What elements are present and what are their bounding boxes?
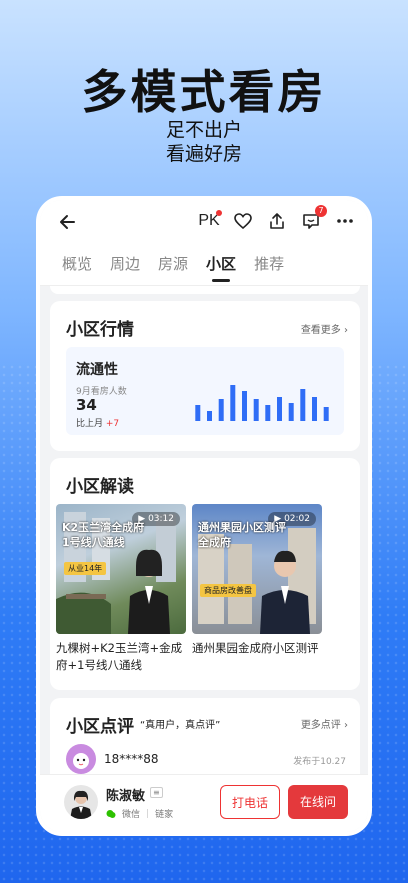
agent-id-tag-icon: ≡ [150, 787, 163, 798]
video-2-caption[interactable]: 通州果园金成府小区测评 [192, 640, 332, 657]
reviews-title: 小区点评 [66, 717, 134, 737]
top-action-icons: PK 7 [198, 205, 356, 232]
share-icon[interactable] [266, 210, 288, 232]
reviewer-avatar [66, 744, 96, 774]
viewers-value: 34 [76, 396, 97, 414]
mini-bar [277, 397, 282, 421]
mini-bar [300, 389, 306, 421]
review-date: 发布于10.27 [293, 757, 346, 767]
mini-bar [312, 397, 317, 421]
pk-compare-button[interactable]: PK [198, 210, 222, 232]
reviewer-name: 18****88 [104, 752, 159, 766]
video-2-overlay-title: 通州果园小区测评 全成府 [198, 521, 286, 549]
liquidity-box[interactable]: 流通性 9月看房人数 34 比上月 +7 [66, 347, 344, 435]
more-dots-icon[interactable] [334, 210, 356, 232]
video-1-duration-text: 03:12 [148, 514, 174, 524]
wechat-icon [106, 809, 116, 818]
reviews-tagline: “真用户，真点评” [140, 720, 221, 731]
mini-bar [265, 405, 271, 421]
viewers-compare: 比上月 +7 [76, 416, 119, 429]
hero-subtitle: 足不出户 看遍好房 [0, 118, 408, 166]
section-tabs: 概览 周边 房源 小区 推荐 [40, 242, 368, 286]
video-1-caption[interactable]: 九棵树+K2玉兰湾+金成府+1号线八通线 [56, 640, 186, 674]
top-bar: PK 7 [40, 200, 368, 242]
reviews-more-label: 更多点评 [300, 720, 341, 731]
call-button[interactable]: 打电话 [220, 785, 280, 819]
mini-bar [218, 399, 224, 421]
market-title: 小区行情 [66, 320, 134, 340]
compare-label: 比上月 [76, 419, 104, 429]
tab-community[interactable]: 小区 [206, 253, 236, 282]
message-badge: 7 [315, 205, 327, 217]
tab-recommend[interactable]: 推荐 [254, 253, 284, 274]
previous-card-edge [50, 286, 360, 294]
agent-meta: 微信 | 链家 [106, 807, 173, 820]
video-2-duration-text: 02:02 [284, 514, 310, 524]
hero-subtitle-line2: 看遍好房 [165, 143, 242, 165]
agent-avatar-icon [70, 790, 92, 819]
mini-bar [195, 405, 201, 421]
reviews-more-link[interactable]: 更多点评 › [301, 716, 348, 731]
agent-wechat-label: 微信 [122, 810, 141, 820]
reviewer-avatar-icon [73, 753, 89, 769]
pk-notification-dot [216, 210, 222, 216]
video-1-overlay-title: K2玉兰湾全成府 1号线八通线 [62, 521, 145, 549]
mini-bar [288, 403, 294, 421]
video-2-badge: 商品房改善盘 [200, 584, 256, 597]
market-more-label: 查看更多 [300, 325, 341, 336]
tab-surroundings[interactable]: 周边 [110, 253, 140, 274]
tab-overview[interactable]: 概览 [62, 253, 92, 274]
agent-avatar[interactable] [64, 785, 98, 819]
reading-card: 小区解读 ▶ 03:12 K2玉兰湾全成府 1号线八通线 从业14年 九棵树+K… [50, 458, 360, 690]
agent-name: 陈淑敏 [106, 789, 146, 804]
video-card-1[interactable]: ▶ 03:12 K2玉兰湾全成府 1号线八通线 从业14年 [56, 504, 186, 634]
online-chat-button[interactable]: 在线问 [288, 785, 348, 819]
viewers-mini-chart [195, 385, 329, 421]
liquidity-title: 流通性 [76, 362, 118, 378]
phone-screen: PK 7 概览 周边 房源 小区 推荐 小区行情 查看更多 › 流通性 9月看房… [36, 196, 372, 836]
video-1-badge: 从业14年 [64, 562, 107, 575]
video-card-2[interactable]: ▶ 02:02 通州果园小区测评 全成府 商品房改善盘 [192, 504, 322, 634]
mini-bar [207, 411, 212, 421]
mini-bar [253, 399, 259, 421]
message-icon[interactable]: 7 [300, 205, 327, 232]
agent-company: 链家 [155, 810, 174, 820]
market-more-link[interactable]: 查看更多 › [301, 321, 348, 336]
tab-listings[interactable]: 房源 [158, 253, 188, 274]
reading-title: 小区解读 [66, 477, 134, 497]
agent-bar: 陈淑敏 ≡ 微信 | 链家 打电话 在线问 [40, 774, 368, 832]
hero-title: 多模式看房 [81, 65, 327, 119]
mini-bar [230, 385, 236, 421]
favorite-heart-icon[interactable] [232, 210, 254, 232]
hero-subtitle-line1: 足不出户 [165, 119, 242, 141]
market-card: 小区行情 查看更多 › 流通性 9月看房人数 34 比上月 +7 [50, 301, 360, 451]
back-arrow-icon[interactable] [58, 212, 78, 232]
meta-divider: | [146, 808, 150, 819]
mini-bar [242, 391, 247, 421]
compare-delta: +7 [105, 419, 120, 429]
mini-bar [323, 407, 329, 421]
